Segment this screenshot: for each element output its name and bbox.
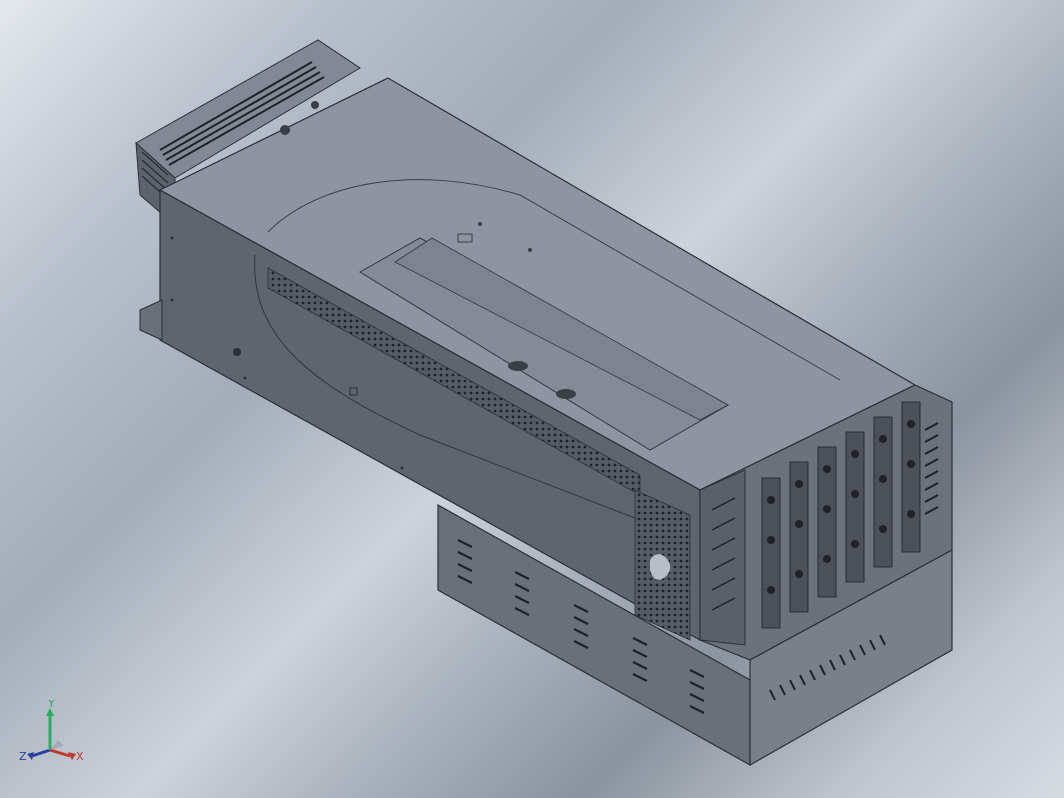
x-axis-arrow [49,748,71,758]
3d-model-enclosure[interactable] [0,0,1064,798]
x-axis-label: X [76,750,84,763]
rear-bracket [139,299,163,341]
front-left-flange [699,469,746,646]
z-axis-arrow [31,748,51,758]
cad-viewport[interactable]: Y X Z [0,0,1064,798]
orientation-triad[interactable]: Y X Z [18,700,90,780]
z-axis-label: Z [19,750,27,763]
y-axis-label: Y [47,700,55,710]
